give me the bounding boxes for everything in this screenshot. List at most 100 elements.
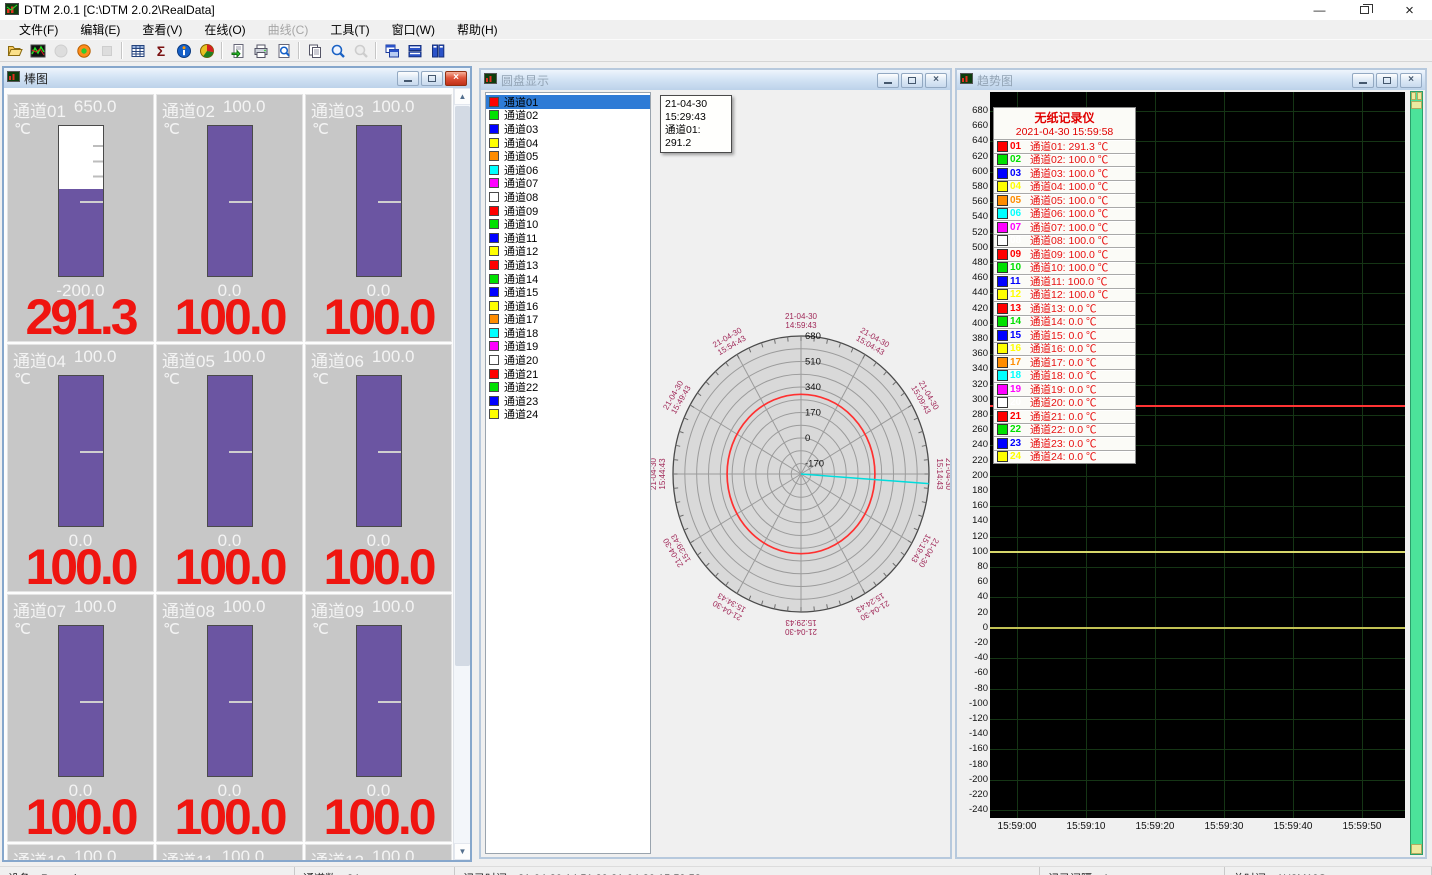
window-title: 棒图 — [24, 70, 395, 87]
restore-button[interactable] — [1376, 73, 1398, 88]
close-button[interactable]: × — [445, 71, 467, 86]
y-axis-tick-label: 140 — [959, 515, 988, 526]
print-preview-icon[interactable] — [272, 40, 295, 61]
minimize-button[interactable] — [877, 73, 899, 88]
zoom-icon[interactable] — [326, 40, 349, 61]
channel-number: 22 — [1008, 424, 1030, 435]
print-icon[interactable] — [249, 40, 272, 61]
y-axis-tick-label: 80 — [959, 561, 988, 572]
restore-button[interactable] — [1342, 0, 1387, 20]
y-axis-tick-label: 580 — [959, 181, 988, 192]
disc-display-window-titlebar[interactable]: 圆盘显示 × — [481, 70, 950, 90]
close-button[interactable]: × — [925, 73, 947, 88]
scrollbar-thumb[interactable] — [455, 106, 470, 666]
minimize-button[interactable] — [397, 71, 419, 86]
gridline-vertical — [1224, 92, 1225, 818]
channel-number: 16 — [1008, 343, 1030, 354]
svg-text:0: 0 — [805, 433, 810, 444]
cursor-tooltip: 21-04-30 15:29:43 通道01: 291.2 — [660, 95, 732, 153]
scroll-button[interactable] — [1411, 101, 1422, 109]
legend-row-12: 12通道12: 100.0 ℃ — [994, 288, 1135, 302]
unit-label: ℃ — [14, 370, 31, 388]
menu-window[interactable]: 窗口(W) — [381, 19, 446, 40]
trend-scrollbar[interactable] — [1410, 91, 1423, 855]
info-circle-icon[interactable] — [172, 40, 195, 61]
y-axis-tick-label: 220 — [959, 455, 988, 466]
copy-icon[interactable] — [303, 40, 326, 61]
channel-number: 10 — [1008, 262, 1030, 273]
unit-label: ℃ — [14, 620, 31, 638]
minimize-button[interactable]: — — [1297, 0, 1342, 20]
legend-row-8: 08通道08: 100.0 ℃ — [994, 234, 1135, 248]
close-button[interactable]: × — [1387, 0, 1432, 20]
trend-chart-window-titlebar[interactable]: 趋势图 × — [957, 70, 1425, 90]
scroll-button[interactable] — [1411, 844, 1422, 854]
bar-panel-header: 通道03100.0 — [306, 95, 451, 122]
menu-view[interactable]: 查看(V) — [131, 19, 193, 40]
menu-tools[interactable]: 工具(T) — [319, 19, 380, 40]
y-axis-tick-label: 540 — [959, 211, 988, 222]
record-circle-icon[interactable] — [72, 40, 95, 61]
export-data-icon[interactable] — [226, 40, 249, 61]
channel-name: 通道01 — [13, 97, 66, 122]
channel-name: 通道02 — [162, 97, 215, 122]
open-folder-icon[interactable] — [3, 40, 26, 61]
bar-panel-header: 通道02100.0 — [157, 95, 302, 122]
y-axis-tick-label: 340 — [959, 363, 988, 374]
restore-button[interactable] — [421, 71, 443, 86]
window-icon — [7, 71, 20, 85]
toolbar-separator — [121, 42, 123, 59]
bar-panel-6: 通道06100.0℃0.0100.0 — [305, 344, 452, 592]
y-axis-tick-label: 360 — [959, 348, 988, 359]
pie-chart-icon[interactable] — [195, 40, 218, 61]
menu-help[interactable]: 帮助(H) — [446, 19, 509, 40]
unit-label: ℃ — [312, 620, 329, 638]
minimize-button[interactable] — [1352, 73, 1374, 88]
channel-color-swatch — [997, 168, 1008, 179]
channel-number: 03 — [1008, 168, 1030, 179]
channel-list-item-24[interactable]: 通道24 — [486, 408, 650, 422]
channel-number: 20 — [1008, 397, 1030, 408]
menu-edit[interactable]: 编辑(E) — [69, 19, 131, 40]
scroll-up-button[interactable]: ▲ — [454, 88, 470, 105]
legend-timestamp: 2021-04-30 15:59:58 — [994, 126, 1135, 139]
scroll-button[interactable] — [1417, 92, 1422, 100]
gridline-horizontal — [990, 719, 1405, 720]
menu-file[interactable]: 文件(F) — [8, 19, 69, 40]
y-axis-tick-label: 280 — [959, 409, 988, 420]
scroll-button[interactable] — [1411, 92, 1416, 100]
channel-number: 21 — [1008, 411, 1030, 422]
gridline-horizontal — [990, 537, 1405, 538]
cascade-windows-icon[interactable] — [380, 40, 403, 61]
window-title: DTM 2.0.1 [C:\DTM 2.0.2\RealData] — [24, 3, 215, 17]
legend-row-5: 05通道05: 100.0 ℃ — [994, 193, 1135, 207]
channel-color-swatch — [997, 141, 1008, 152]
menu-online[interactable]: 在线(O) — [193, 19, 256, 40]
scroll-down-button[interactable]: ▼ — [454, 843, 470, 860]
y-axis-tick-label: -120 — [959, 713, 988, 724]
tile-horizontal-icon[interactable] — [403, 40, 426, 61]
close-button[interactable]: × — [1400, 73, 1422, 88]
range-max: 100.0 — [372, 847, 415, 860]
restore-button[interactable] — [901, 73, 923, 88]
scrollbar[interactable]: ▲ ▼ — [453, 88, 470, 860]
x-axis-tick-label: 15:59:00 — [987, 821, 1047, 832]
channel-color-swatch — [997, 411, 1008, 422]
channel-list: 通道01通道02通道03通道04通道05通道06通道07通道08通道09通道10… — [485, 92, 651, 854]
realtime-chart-icon[interactable] — [26, 40, 49, 61]
tile-vertical-icon[interactable] — [426, 40, 449, 61]
bar-gauge — [356, 625, 402, 777]
bar-panel-header: 通道11100.0 — [157, 845, 302, 860]
y-axis-tick-label: -100 — [959, 698, 988, 709]
statistics-sigma-icon[interactable]: Σ — [149, 40, 172, 61]
data-table-icon[interactable] — [126, 40, 149, 61]
y-axis-tick-label: 400 — [959, 318, 988, 329]
unit-label: ℃ — [163, 120, 180, 138]
unit-label: ℃ — [163, 370, 180, 388]
pause-circle-icon — [49, 40, 72, 61]
range-max: 100.0 — [74, 347, 117, 372]
statusbar: 设备：Record通道数：24记录时间：21-04-30 14:51:39 21… — [0, 866, 1432, 875]
bar-graph-window-titlebar[interactable]: 棒图 × — [4, 68, 470, 88]
bar-panel-header: 通道09100.0 — [306, 595, 451, 622]
unit-label: ℃ — [312, 120, 329, 138]
